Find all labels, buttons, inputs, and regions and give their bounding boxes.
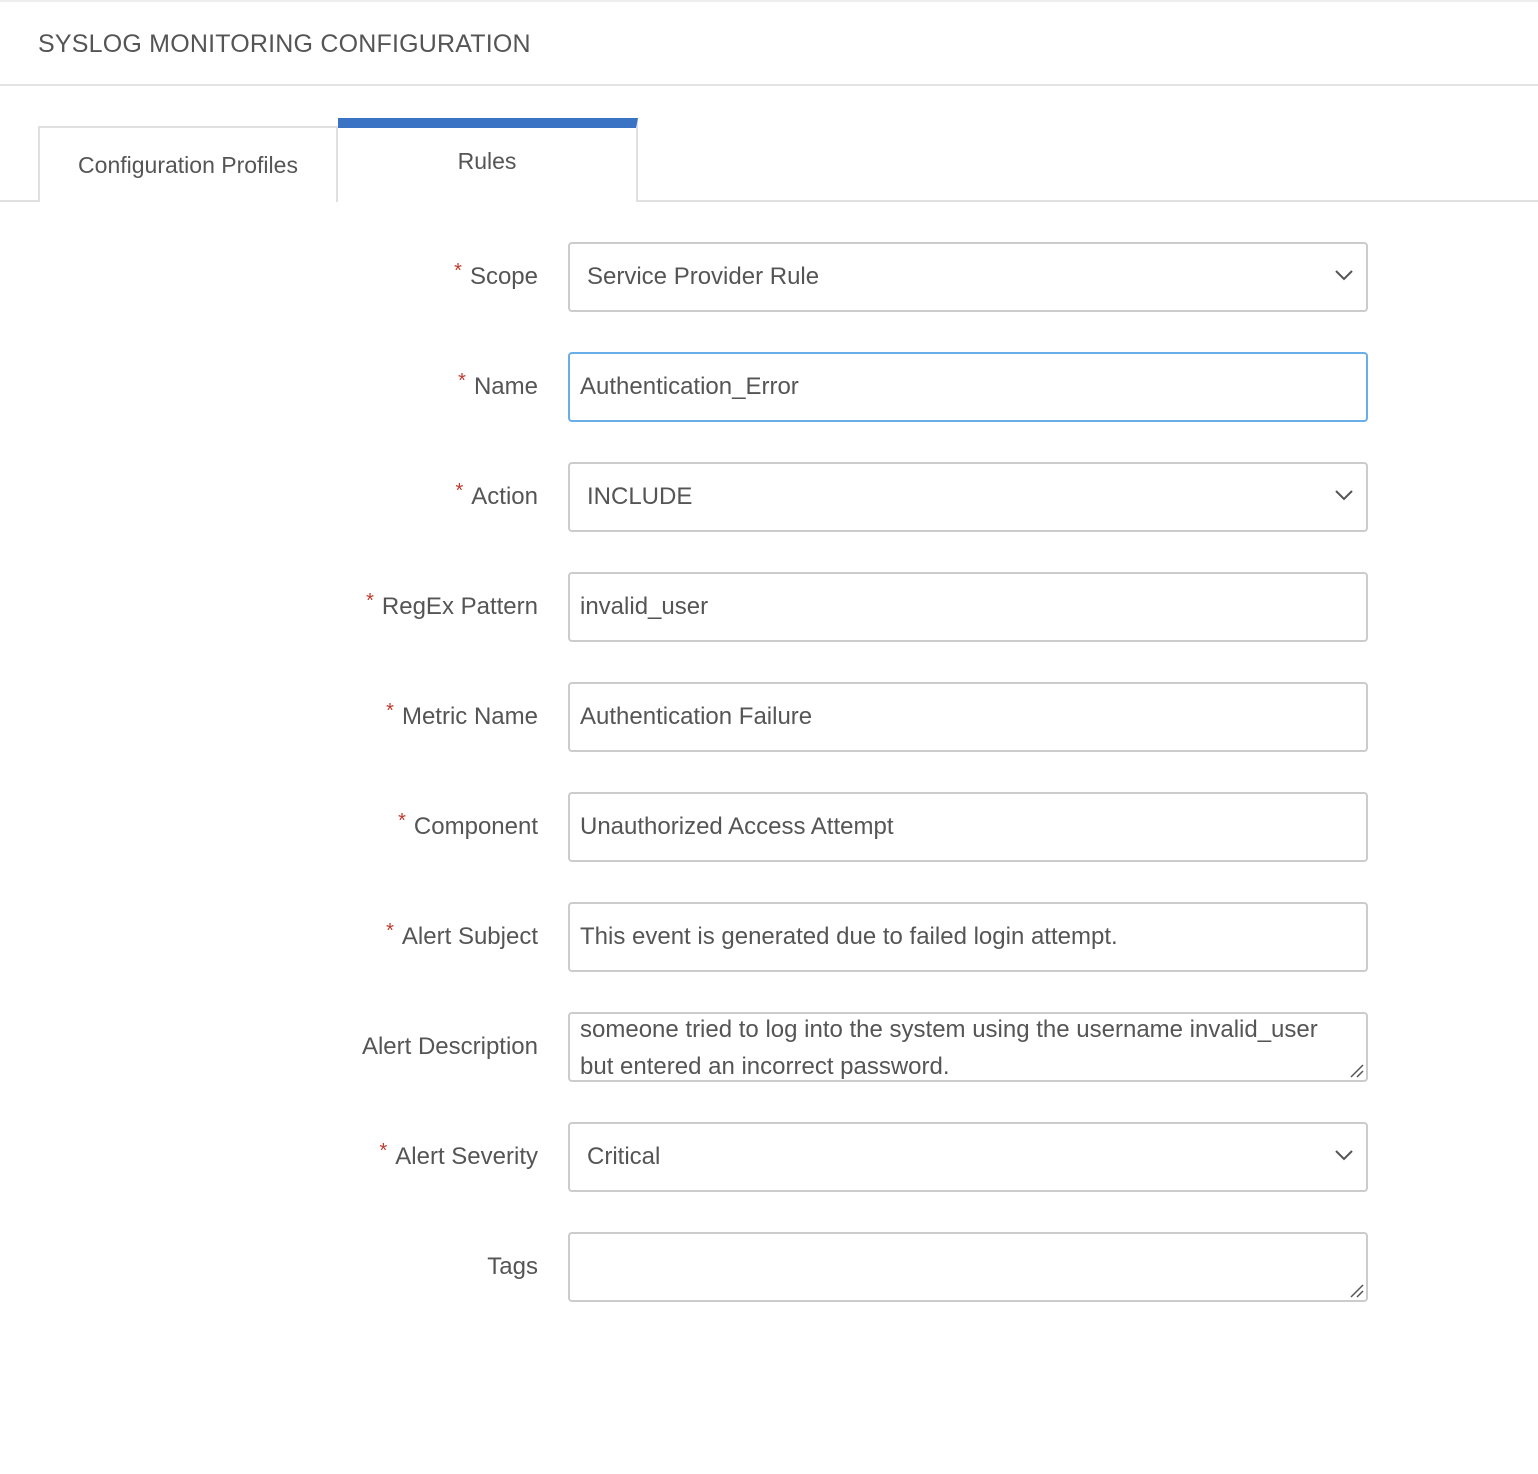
component-input-value: Unauthorized Access Attempt xyxy=(580,813,894,840)
action-select[interactable]: INCLUDE xyxy=(568,462,1368,532)
alert-description-label: Alert Description xyxy=(361,1033,538,1060)
metric-name-label: * Metric Name xyxy=(386,699,538,731)
form-row-tags: Tags xyxy=(0,1232,1538,1302)
alert-description-textarea[interactable]: someone tried to log into the system usi… xyxy=(568,1012,1368,1082)
resize-handle-icon[interactable] xyxy=(1348,1062,1364,1078)
regex-input-value: invalid_user xyxy=(580,593,709,620)
regex-label: * RegEx Pattern xyxy=(366,589,538,621)
component-input[interactable]: Unauthorized Access Attempt xyxy=(568,792,1368,862)
action-select-value: INCLUDE xyxy=(587,483,693,510)
alert-severity-select[interactable]: Critical xyxy=(568,1122,1368,1192)
form-row-alert-subject: * Alert Subject This event is generated … xyxy=(0,902,1538,972)
regex-input[interactable]: invalid_user xyxy=(568,572,1368,642)
action-label: * Action xyxy=(455,479,539,511)
tags-textarea[interactable] xyxy=(568,1232,1368,1302)
alert-severity-select-value: Critical xyxy=(587,1143,661,1170)
form-row-metric-name: * Metric Name Authentication Failure xyxy=(0,682,1538,752)
page-header: SYSLOG MONITORING CONFIGURATION xyxy=(0,0,1538,86)
required-marker: * xyxy=(454,259,462,282)
form-row-name: * Name Authentication_Error xyxy=(0,352,1538,422)
required-marker: * xyxy=(455,479,464,502)
alert-severity-label: * Alert Severity xyxy=(379,1139,538,1171)
form-row-action: * Action INCLUDE xyxy=(0,462,1538,532)
required-marker: * xyxy=(386,919,394,942)
alert-subject-label: * Alert Subject xyxy=(386,919,538,951)
resize-handle-icon[interactable] xyxy=(1348,1282,1364,1298)
alert-subject-input[interactable]: This event is generated due to failed lo… xyxy=(568,902,1368,972)
scope-label: * Scope xyxy=(454,259,538,291)
scope-select[interactable]: Service Provider Rule xyxy=(568,242,1368,312)
name-label: * Name xyxy=(458,369,538,401)
metric-name-input-value: Authentication Failure xyxy=(580,703,813,730)
alert-subject-input-value: This event is generated due to failed lo… xyxy=(580,923,1118,950)
form-row-alert-description: Alert Description someone tried to log i… xyxy=(0,1012,1538,1082)
tab-label: Configuration Profiles xyxy=(78,151,298,178)
required-marker: * xyxy=(379,1139,388,1162)
page-title: SYSLOG MONITORING CONFIGURATION xyxy=(38,30,531,58)
name-input[interactable]: Authentication_Error xyxy=(568,352,1368,422)
chevron-down-icon xyxy=(1335,490,1353,501)
chevron-down-icon xyxy=(1335,1150,1353,1161)
component-label: * Component xyxy=(398,809,538,841)
tab-rules[interactable]: Rules xyxy=(338,118,638,202)
form-row-scope: * Scope Service Provider Rule xyxy=(0,242,1538,312)
scope-select-value: Service Provider Rule xyxy=(587,263,820,290)
name-input-value: Authentication_Error xyxy=(580,373,799,400)
form-row-component: * Component Unauthorized Access Attempt xyxy=(0,792,1538,862)
tab-configuration-profiles[interactable]: Configuration Profiles xyxy=(38,126,338,202)
tags-label: Tags xyxy=(487,1253,538,1280)
required-marker: * xyxy=(366,589,374,612)
required-marker: * xyxy=(386,699,394,722)
metric-name-input[interactable]: Authentication Failure xyxy=(568,682,1368,752)
required-marker: * xyxy=(458,369,466,392)
alert-description-value: someone tried to log into the system usi… xyxy=(580,1016,1318,1080)
required-marker: * xyxy=(398,809,406,832)
form-row-regex: * RegEx Pattern invalid_user xyxy=(0,572,1538,642)
tab-label: Rules xyxy=(457,147,517,174)
form-row-alert-severity: * Alert Severity Critical xyxy=(0,1122,1538,1192)
chevron-down-icon xyxy=(1335,270,1353,281)
